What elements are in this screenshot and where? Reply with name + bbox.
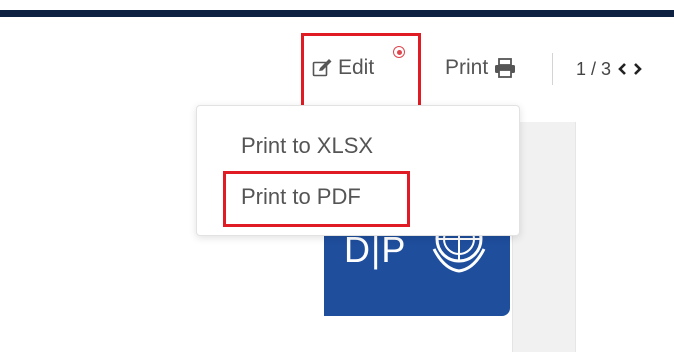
print-dropdown-menu: Print to XLSX Print to PDF — [196, 105, 520, 236]
chevron-right-icon — [634, 63, 642, 75]
page-navigator: 1 / 3 — [576, 57, 643, 81]
printer-icon — [495, 58, 516, 78]
edit-icon — [312, 59, 332, 77]
edit-label: Edit — [338, 56, 375, 79]
chevron-left-icon — [618, 63, 626, 75]
print-label: Print — [445, 56, 489, 79]
prev-page-button[interactable] — [617, 62, 627, 76]
menu-item-print-to-xlsx[interactable]: Print to XLSX — [241, 133, 373, 159]
header-band — [0, 10, 674, 17]
print-button[interactable]: Print — [445, 55, 516, 81]
page-indicator: 1 / 3 — [576, 58, 612, 79]
top-bar — [0, 0, 674, 17]
notification-dot-icon — [393, 46, 405, 58]
toolbar-divider — [552, 53, 553, 85]
edit-button[interactable]: Edit — [312, 55, 374, 81]
document-page-next — [575, 122, 674, 352]
next-page-button[interactable] — [633, 62, 643, 76]
menu-item-print-to-pdf[interactable]: Print to PDF — [241, 184, 361, 210]
